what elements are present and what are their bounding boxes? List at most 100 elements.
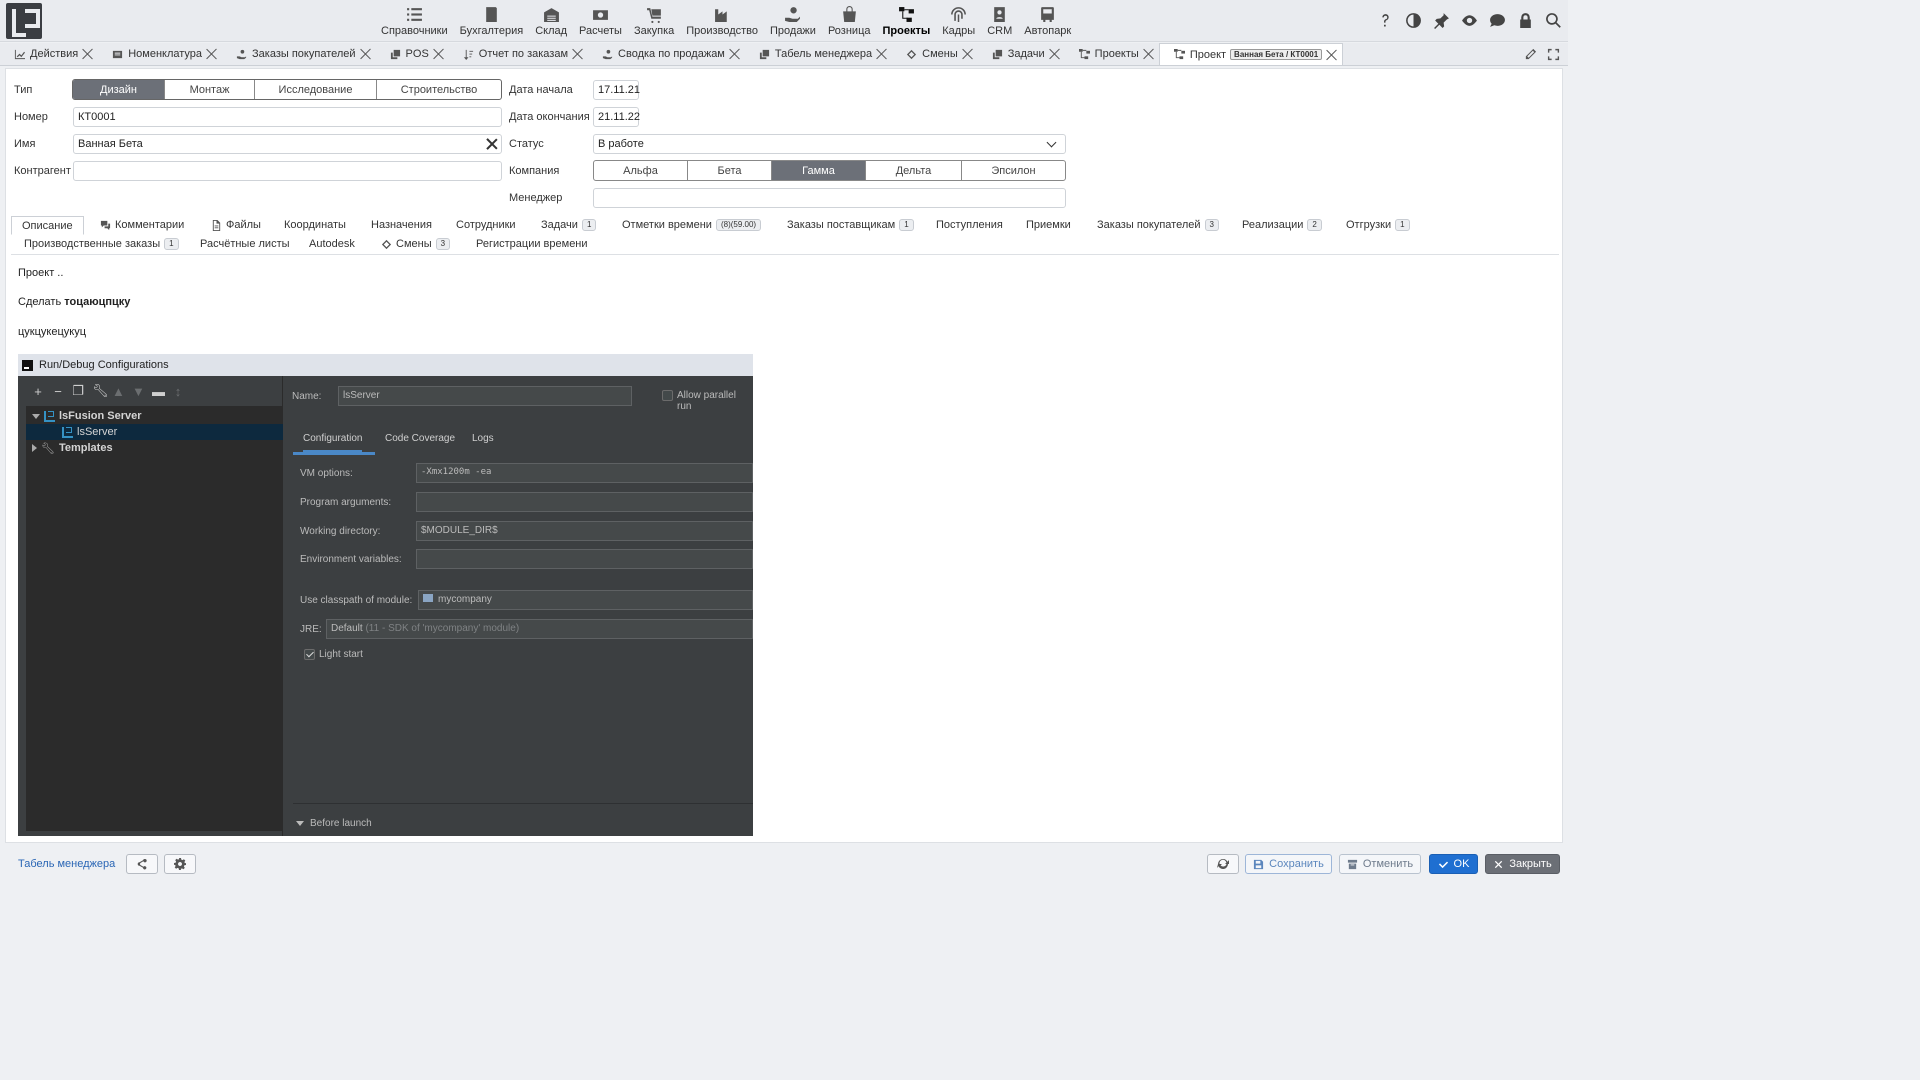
subtab-proizvodstvennye-zakazy[interactable]: Производственные заказы 1 [24,235,179,253]
share-button[interactable] [126,854,158,874]
subtab-registracii-vremeni[interactable]: Регистрации времени [476,235,588,253]
nav-item-sklad[interactable]: Склад [529,0,573,42]
subtab-zakazy-postavshchikam[interactable]: Заказы поставщикам 1 [787,216,914,234]
status-select[interactable]: В работе [593,134,1066,154]
nav-item-crm[interactable]: CRM [981,0,1018,42]
money-icon [591,6,609,22]
tab-tabel-menedzhera[interactable]: Табель менеджера [745,43,892,65]
company-option-delta[interactable]: Дельта [866,161,962,180]
nav-item-prodazhi[interactable]: Продажи [764,0,822,42]
close-icon[interactable] [206,48,218,60]
subtab-opisanie[interactable]: Описание [11,216,84,235]
ide-jre-hint: (11 - SDK of 'mycompany' module) [365,623,520,634]
edit-icon[interactable] [1524,48,1537,64]
subtab-realizacii[interactable]: Реализации 2 [1242,216,1322,234]
tab-label: Табель менеджера [774,48,873,60]
subtab-zadachi[interactable]: Задачи 1 [541,216,597,234]
nav-item-roznica[interactable]: Розница [822,0,877,42]
type-option-montazh[interactable]: Монтаж [165,80,255,99]
subtab-autodesk[interactable]: Autodesk [309,235,355,253]
subtab-raschetnye-listy[interactable]: Расчётные листы [200,235,290,253]
subtab-zakazy-pokupateley[interactable]: Заказы покупателей 3 [1097,216,1219,234]
company-option-gamma[interactable]: Гамма [772,161,866,180]
nav-item-avtopark[interactable]: Автопарк [1018,0,1077,42]
detail-tabs: Описание Комментарии Файлы Координаты На… [11,213,1559,255]
counterparty-input[interactable] [73,161,502,181]
name-input[interactable]: Ванная Бета [73,134,502,154]
pin-icon[interactable] [1432,11,1450,29]
type-option-issledovanie[interactable]: Исследование [255,80,377,99]
tab-proekt-active[interactable]: Проект Ванная Бета / КТ0001 [1158,43,1344,65]
close-icon[interactable] [82,48,94,60]
close-icon[interactable] [729,48,741,60]
close-icon[interactable] [572,48,584,60]
subtab-label: Приемки [1026,219,1071,231]
nav-item-buhgalteriya[interactable]: Бухгалтерия [454,0,530,42]
subtab-fayly[interactable]: Файлы [211,216,261,234]
ide-args-field [416,492,753,512]
end-date-input[interactable]: 21.11.22 [593,107,640,127]
help-icon[interactable] [1376,11,1394,29]
lock-icon[interactable] [1516,11,1534,29]
type-option-dizayn[interactable]: Дизайн [73,80,165,99]
gear-icon [174,858,186,870]
close-icon[interactable] [1326,49,1338,61]
tab-zadachi[interactable]: Задачи [978,43,1065,65]
ok-button[interactable]: OK [1429,854,1478,874]
nav-item-zakupka[interactable]: Закупка [628,0,680,42]
subtab-kommentarii[interactable]: Комментарии [100,216,184,234]
save-button[interactable]: Сохранить [1245,854,1332,874]
contrast-icon[interactable] [1404,11,1422,29]
company-option-beta[interactable]: Бета [688,161,772,180]
cancel-button[interactable]: Отменить [1339,854,1421,874]
settings-button[interactable] [164,854,196,874]
manager-timesheet-link[interactable]: Табель менеджера [18,858,115,870]
tab-svodka-po-prodazham[interactable]: Сводка по продажам [588,43,745,65]
company-option-epsilon[interactable]: Эпсилон [962,161,1065,180]
search-icon[interactable] [1544,11,1562,29]
close-icon[interactable] [1143,48,1155,60]
close-icon[interactable] [876,48,888,60]
app-logo[interactable] [6,3,42,39]
top-navigation-bar: Справочники Бухгалтерия Склад Расчеты За… [0,0,1568,42]
ide-before-launch-label: Before launch [310,818,372,829]
close-icon[interactable] [1049,48,1061,60]
clear-icon[interactable] [486,138,498,150]
close-icon[interactable] [962,48,974,60]
refresh-button[interactable] [1207,854,1239,874]
tab-smeny[interactable]: Смены [892,43,978,65]
tab-proekty[interactable]: Проекты [1065,43,1159,65]
tab-zakazy-pokupateley[interactable]: Заказы покупателей [222,43,376,65]
nav-item-proekty[interactable]: Проекты [876,0,936,42]
subtab-smeny[interactable]: Смены 3 [381,235,451,253]
wrench-icon: 🔧︎ [92,383,109,398]
fullscreen-icon[interactable] [1547,48,1560,64]
subtab-naznacheniya[interactable]: Назначения [371,216,432,234]
subtab-postupleniya[interactable]: Поступления [936,216,1003,234]
chat-icon[interactable] [1488,11,1506,29]
tab-otchet-po-zakazam[interactable]: Отчет по заказам [449,43,588,65]
eye-icon[interactable] [1460,11,1478,29]
subtab-label: Поступления [936,219,1003,231]
company-option-alfa[interactable]: Альфа [594,161,688,180]
tab-nomenklatura[interactable]: Номенклатура [98,43,222,65]
subtab-priemki[interactable]: Приемки [1026,216,1071,234]
tab-deystviya[interactable]: Действия [0,43,98,65]
start-date-input[interactable]: 17.11.21 [593,80,640,100]
subtab-koordinaty[interactable]: Координаты [284,216,346,234]
type-option-stroitelstvo[interactable]: Строительство [377,80,501,99]
number-input[interactable]: КТ0001 [73,107,502,127]
nav-item-raschety[interactable]: Расчеты [573,0,628,42]
ledger-icon [482,6,500,22]
subtab-otmetki-vremeni[interactable]: Отметки времени (8)(59.00) [622,216,762,234]
close-icon[interactable] [360,48,372,60]
close-icon[interactable] [433,48,445,60]
subtab-otgruzki[interactable]: Отгрузки 1 [1346,216,1410,234]
nav-item-kadry[interactable]: Кадры [936,0,981,42]
tab-pos[interactable]: POS [376,43,449,65]
close-button[interactable]: Закрыть [1485,854,1560,874]
subtab-sotrudniki[interactable]: Сотрудники [456,216,516,234]
nav-item-spravochniki[interactable]: Справочники [375,0,454,42]
manager-input[interactable] [593,188,1066,208]
nav-item-proizvodstvo[interactable]: Производство [680,0,764,42]
